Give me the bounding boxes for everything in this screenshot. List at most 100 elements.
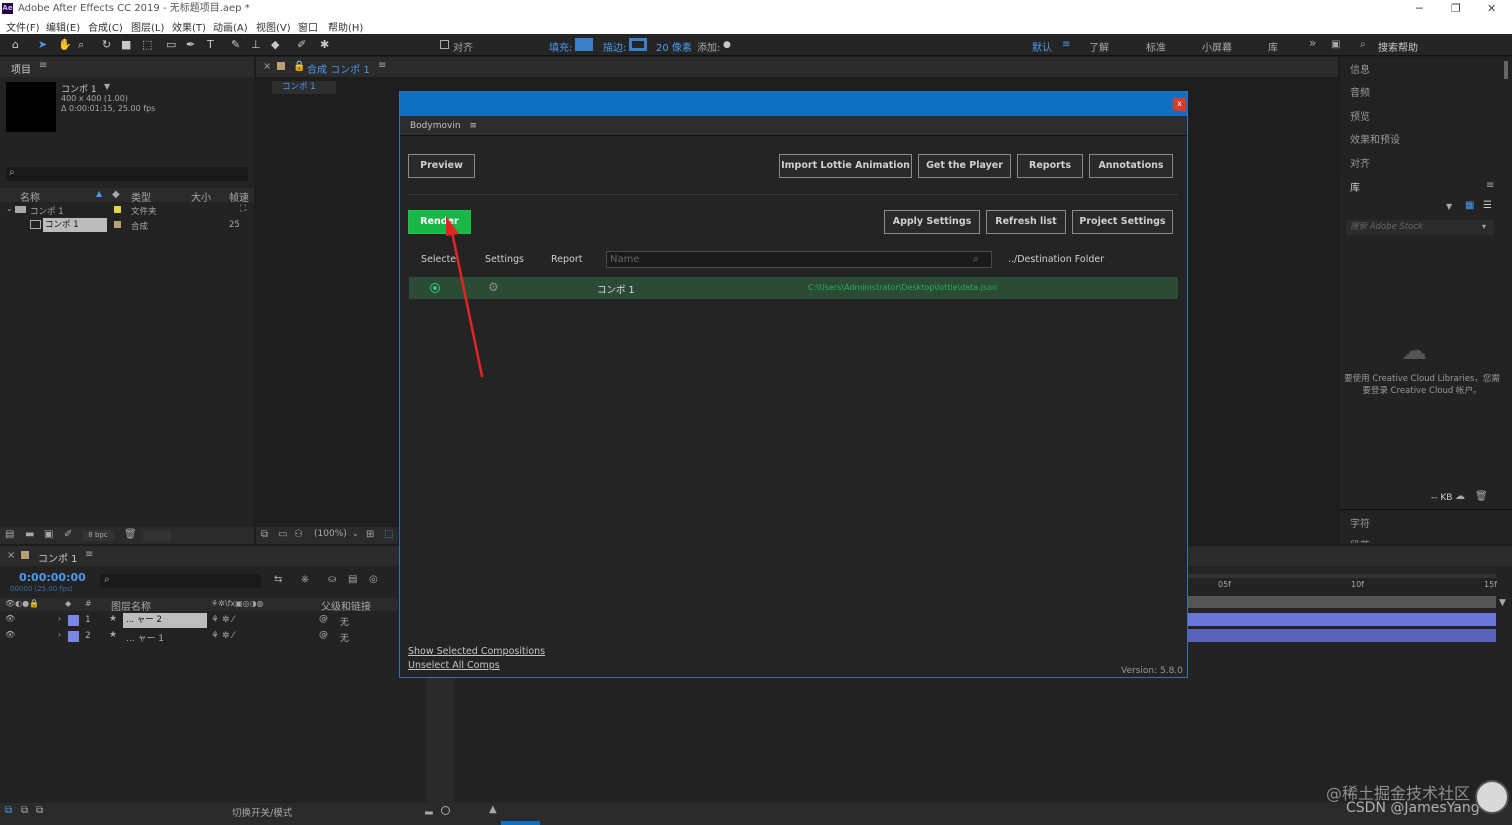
col-parent[interactable]: 父级和链接 (321, 598, 371, 613)
minimize-icon[interactable]: ─ (1416, 0, 1423, 17)
shy-layers-icon[interactable]: ⛀ (328, 574, 336, 585)
zoom-tool-icon[interactable]: ⌕ (78, 38, 84, 52)
layer-name[interactable]: ... ャー 2 (123, 613, 207, 628)
toggle-switches-icon[interactable]: ⧉ (5, 805, 12, 816)
roto-brush-tool-icon[interactable]: ✐ (297, 38, 306, 52)
dialog-titlebar[interactable] (400, 92, 1187, 116)
refresh-list-button[interactable]: Refresh list (986, 210, 1066, 234)
apply-settings-button[interactable]: Apply Settings (884, 210, 980, 234)
render-button[interactable]: Render (408, 210, 471, 234)
col-framerate[interactable]: 帧速 (229, 189, 249, 204)
timeline-tab[interactable]: コンポ 1 (38, 550, 78, 565)
pen-tool-icon[interactable]: ✒ (186, 38, 195, 52)
bpc-toggle[interactable]: 8 bpc (82, 530, 114, 541)
menu-help[interactable]: 帮助(H) (328, 19, 363, 34)
workspace-menu-icon[interactable]: ≡ (1062, 39, 1070, 50)
sync-settings-icon[interactable]: ▣ (1331, 39, 1340, 50)
visibility-eye-icon[interactable]: 👁 (5, 630, 15, 639)
align-checkbox[interactable] (440, 40, 449, 49)
menu-animation[interactable]: 动画(A) (213, 19, 248, 34)
layer-row-2[interactable]: 👁 › 2 ★ ... ャー 1 ⚘ ✲ ⁄ @ 无 (0, 629, 398, 644)
layer-bar-1[interactable] (1188, 613, 1496, 626)
menu-file[interactable]: 文件(F) (6, 19, 40, 34)
zoom-in-icon[interactable]: ▲ (489, 804, 497, 815)
workspace-learn[interactable]: 了解 (1089, 39, 1109, 54)
work-area-bar[interactable] (1188, 574, 1496, 578)
col-name[interactable]: 名称 (20, 189, 40, 204)
layer-parent[interactable]: 无 (340, 631, 349, 644)
preview-options-icon[interactable]: ⧉ (261, 529, 268, 540)
hand-tool-icon[interactable]: ✋ (58, 38, 72, 52)
draft-3d-icon[interactable]: ⎈ (301, 574, 309, 585)
thumbnail-size-slider[interactable] (143, 531, 171, 541)
project-search-input[interactable] (6, 167, 248, 181)
workspace-default[interactable]: 默认 (1032, 39, 1052, 54)
dialog-close-button[interactable]: x (1173, 98, 1186, 111)
library-trash-icon[interactable]: 🗑 (1475, 491, 1488, 502)
panel-align[interactable]: 对齐 (1350, 155, 1370, 170)
trash-icon[interactable]: 🗑 (124, 529, 137, 540)
import-lottie-button[interactable]: Import Lottie Animation (779, 154, 912, 178)
new-comp-icon[interactable]: ▣ (44, 529, 53, 540)
comp-tab-menu-icon[interactable]: ≡ (378, 60, 386, 71)
workspace-libraries[interactable]: 库 (1268, 39, 1278, 54)
flowchart-icon[interactable]: ⛶ (240, 204, 246, 214)
adobe-stock-search[interactable]: 搜索 Adobe Stock (1346, 220, 1494, 235)
col-size[interactable]: 大小 (191, 189, 211, 204)
col-type[interactable]: 类型 (131, 189, 151, 204)
camera-tool-icon[interactable]: ■ (121, 38, 131, 52)
comp-name-search-input[interactable]: Name (606, 251, 992, 268)
workspace-small-screen[interactable]: 小屏幕 (1202, 39, 1232, 54)
grid-view-icon[interactable]: ▦ (1465, 200, 1474, 211)
panel-libraries[interactable]: 库 (1350, 179, 1360, 194)
layer-expand-icon[interactable]: › (58, 614, 61, 623)
pick-whip-icon[interactable]: @ (319, 630, 328, 640)
frame-blending-icon[interactable]: ▤ (348, 574, 357, 585)
bodymovin-menu-icon[interactable]: ≡ (469, 121, 477, 131)
project-row-folder[interactable]: ⌄ コンポ 1 文件夹 ⛶ (0, 203, 254, 217)
restore-icon[interactable]: ❐ (1451, 0, 1461, 17)
layer-label-color[interactable] (68, 631, 79, 642)
project-menu-icon[interactable]: ≡ (39, 60, 47, 71)
layer-row-1[interactable]: 👁 › 1 ★ ... ャー 2 ⚘ ✲ ⁄ @ 无 (0, 613, 398, 628)
reports-button[interactable]: Reports (1017, 154, 1083, 178)
brush-tool-icon[interactable]: ✎ (231, 38, 240, 52)
layer-switches[interactable]: ⚘ ✲ ⁄ (211, 615, 234, 625)
menu-layer[interactable]: 图层(L) (131, 19, 164, 34)
timeline-scroll-icon[interactable]: ▼ (1499, 598, 1506, 608)
layer-parent[interactable]: 无 (340, 615, 349, 628)
zoom-slider-thumb[interactable] (441, 806, 450, 815)
zoom-dropdown-icon[interactable]: ⌄ (352, 529, 359, 538)
new-folder-icon[interactable]: ▬ (25, 529, 34, 540)
more-workspaces-icon[interactable]: » (1309, 36, 1316, 50)
puppet-tool-icon[interactable]: ✱ (320, 38, 329, 52)
panel-preview[interactable]: 预览 (1350, 108, 1370, 123)
pan-behind-tool-icon[interactable]: ⬚ (142, 38, 152, 52)
layer-search-input[interactable] (100, 574, 261, 588)
project-row-comp[interactable]: コンポ 1 合成 25 (0, 218, 254, 232)
close-timeline-icon[interactable]: × (7, 550, 15, 561)
search-help-label[interactable]: 搜索帮助 (1378, 39, 1418, 54)
clone-stamp-tool-icon[interactable]: ⊥ (251, 38, 261, 52)
menu-effect[interactable]: 效果(T) (172, 19, 206, 34)
fit-frame-icon[interactable]: ⊞ (366, 529, 374, 540)
toggle-switches-modes-label[interactable]: 切换开关/模式 (232, 805, 292, 819)
workspace-standard[interactable]: 标准 (1146, 39, 1166, 54)
panel-paragraph[interactable]: 段落 (1350, 537, 1370, 543)
flowchart-button-icon[interactable]: ✐ (64, 529, 72, 540)
menu-composition[interactable]: 合成(C) (88, 19, 123, 34)
comp-list-row[interactable]: ⚙ コンポ 1 C:\Users\Administrator\Desktop\l… (409, 277, 1178, 299)
list-view-icon[interactable]: ☰ (1483, 200, 1492, 211)
add-dropdown-icon[interactable]: ● (723, 38, 731, 52)
stock-dropdown-icon[interactable]: ▾ (1482, 222, 1486, 231)
stroke-size[interactable]: 20 像素 (656, 39, 692, 54)
selection-tool-icon[interactable]: ➤ (38, 38, 47, 52)
library-dropdown-icon[interactable]: ▼ (1446, 202, 1452, 211)
rectangle-tool-icon[interactable]: ▭ (166, 38, 176, 52)
toggle-timeline-icon[interactable]: ⧉ (36, 805, 43, 816)
zoom-out-icon[interactable]: ▂ (425, 804, 433, 815)
comp-tab[interactable]: 合成 コンポ 1 (307, 61, 370, 76)
expand-icon[interactable]: ⌄ (6, 204, 13, 213)
project-settings-button[interactable]: Project Settings (1072, 210, 1173, 234)
layer-name[interactable]: ... ャー 1 (126, 631, 164, 644)
